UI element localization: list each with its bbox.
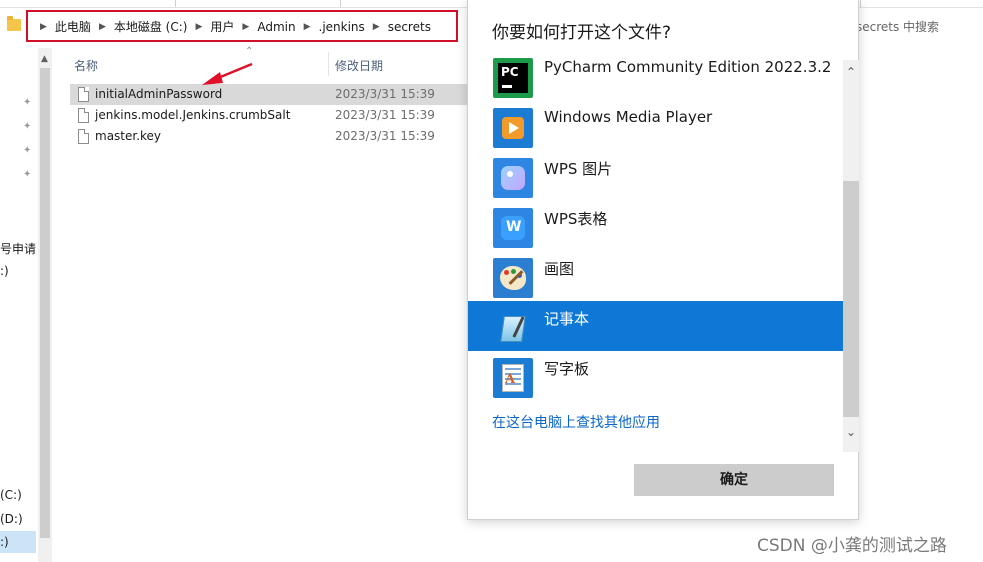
breadcrumb-item[interactable]: 本地磁盘 (C:) bbox=[114, 18, 188, 35]
app-label: 写字板 bbox=[544, 360, 590, 378]
app-item-wps-spreadsheet[interactable]: W WPS表格 bbox=[468, 201, 843, 251]
navigation-pane: ✦ ✦ ✦ ✦ 号申请 :) (C:) (D:) :) bbox=[0, 48, 38, 562]
search-input[interactable]: secrets 中搜索 bbox=[856, 18, 939, 35]
file-name: jenkins.model.Jenkins.crumbSalt bbox=[95, 108, 291, 122]
app-item-wps-picture[interactable]: WPS 图片 bbox=[468, 151, 843, 201]
wps-spreadsheet-icon: W bbox=[493, 208, 533, 248]
chevron-right-icon: ▶ bbox=[195, 21, 203, 32]
ribbon-divider bbox=[340, 0, 341, 7]
notepad-icon bbox=[493, 308, 533, 348]
file-date: 2023/3/31 15:39 bbox=[335, 108, 435, 122]
breadcrumb-item[interactable]: 用户 bbox=[210, 18, 234, 35]
nav-item-drive-c[interactable]: (C:) bbox=[0, 488, 22, 502]
column-header-date[interactable]: 修改日期 bbox=[335, 57, 383, 74]
app-item-wordpad[interactable]: A 写字板 bbox=[468, 351, 843, 401]
nav-item[interactable]: :) bbox=[0, 535, 9, 549]
pin-icon[interactable]: ✦ bbox=[23, 146, 31, 156]
breadcrumb-item[interactable]: Admin bbox=[257, 20, 295, 34]
red-arrow-annotation-icon bbox=[202, 62, 253, 85]
nav-item[interactable]: 号申请 bbox=[0, 240, 36, 257]
media-player-icon bbox=[493, 108, 533, 148]
folder-icon bbox=[7, 16, 21, 31]
ok-button[interactable]: 确定 bbox=[634, 464, 834, 496]
chevron-down-icon[interactable]: ⌄ bbox=[846, 426, 856, 438]
file-name: master.key bbox=[95, 129, 162, 143]
file-list: initialAdminPassword 2023/3/31 15:39 jen… bbox=[70, 84, 467, 147]
app-item-media-player[interactable]: Windows Media Player bbox=[468, 101, 843, 151]
find-more-apps-link[interactable]: 在这台电脑上查找其他应用 bbox=[492, 412, 660, 432]
nav-item[interactable]: :) bbox=[0, 264, 9, 278]
app-label: 画图 bbox=[544, 260, 575, 278]
wordpad-icon: A bbox=[493, 358, 533, 398]
app-item-notepad[interactable]: 记事本 bbox=[468, 301, 843, 351]
watermark: CSDN @小龚的测试之路 bbox=[757, 536, 947, 556]
ribbon-divider bbox=[860, 0, 861, 7]
app-label: WPS表格 bbox=[544, 210, 608, 228]
open-with-dialog: 你要如何打开这个文件? PC PyCharm Community Edition… bbox=[467, 0, 859, 520]
file-date: 2023/3/31 15:39 bbox=[335, 129, 435, 143]
chevron-right-icon: ▶ bbox=[303, 21, 311, 32]
ribbon-divider bbox=[175, 0, 176, 7]
chevron-right-icon: ▶ bbox=[242, 21, 250, 32]
pin-icon[interactable]: ✦ bbox=[23, 170, 31, 180]
wps-picture-icon bbox=[493, 158, 533, 198]
file-row[interactable]: master.key 2023/3/31 15:39 bbox=[70, 126, 467, 147]
paint-icon bbox=[493, 258, 533, 298]
pin-icon[interactable]: ✦ bbox=[23, 122, 31, 132]
dialog-title: 你要如何打开这个文件? bbox=[492, 23, 672, 43]
app-label: PyCharm Community Edition 2022.3.2 bbox=[544, 58, 832, 76]
file-row-selected[interactable]: initialAdminPassword 2023/3/31 15:39 bbox=[70, 84, 467, 105]
breadcrumb: ▶ 此电脑 ▶ 本地磁盘 (C:) ▶ 用户 ▶ Admin ▶ .jenkin… bbox=[32, 18, 431, 35]
file-icon bbox=[78, 108, 89, 123]
chevron-right-icon: ▶ bbox=[98, 21, 106, 32]
dialog-scrollbar[interactable]: ⌃ ⌄ bbox=[843, 60, 859, 452]
app-label: Windows Media Player bbox=[544, 108, 713, 126]
file-icon bbox=[78, 129, 89, 144]
app-label: WPS 图片 bbox=[544, 160, 613, 178]
pycharm-icon: PC bbox=[493, 58, 533, 98]
breadcrumb-item[interactable]: .jenkins bbox=[319, 20, 365, 34]
scrollbar-thumb[interactable] bbox=[843, 181, 859, 417]
app-item-paint[interactable]: 画图 bbox=[468, 251, 843, 301]
file-row[interactable]: jenkins.model.Jenkins.crumbSalt 2023/3/3… bbox=[70, 105, 467, 126]
chevron-up-icon[interactable]: ⌃ bbox=[846, 66, 856, 78]
app-label: 记事本 bbox=[544, 310, 590, 328]
column-header-name[interactable]: 名称 bbox=[74, 57, 98, 74]
scrollbar-thumb[interactable] bbox=[40, 68, 50, 538]
scroll-up-icon[interactable]: ▲ bbox=[41, 54, 48, 64]
breadcrumb-item[interactable]: secrets bbox=[388, 20, 431, 34]
app-list: PC PyCharm Community Edition 2022.3.2 Wi… bbox=[468, 51, 843, 401]
file-icon bbox=[78, 87, 89, 102]
app-item-pycharm[interactable]: PC PyCharm Community Edition 2022.3.2 bbox=[468, 51, 843, 101]
chevron-right-icon: ▶ bbox=[372, 21, 380, 32]
file-date: 2023/3/31 15:39 bbox=[335, 87, 435, 101]
nav-item-drive-d[interactable]: (D:) bbox=[0, 512, 23, 526]
nav-scrollbar[interactable]: ▲ bbox=[38, 48, 52, 562]
breadcrumb-item[interactable]: 此电脑 bbox=[55, 18, 91, 35]
address-bar[interactable]: ▶ 此电脑 ▶ 本地磁盘 (C:) ▶ 用户 ▶ Admin ▶ .jenkin… bbox=[0, 10, 470, 44]
column-divider[interactable] bbox=[328, 52, 329, 76]
pin-icon[interactable]: ✦ bbox=[23, 98, 31, 108]
chevron-right-icon: ▶ bbox=[40, 21, 47, 32]
